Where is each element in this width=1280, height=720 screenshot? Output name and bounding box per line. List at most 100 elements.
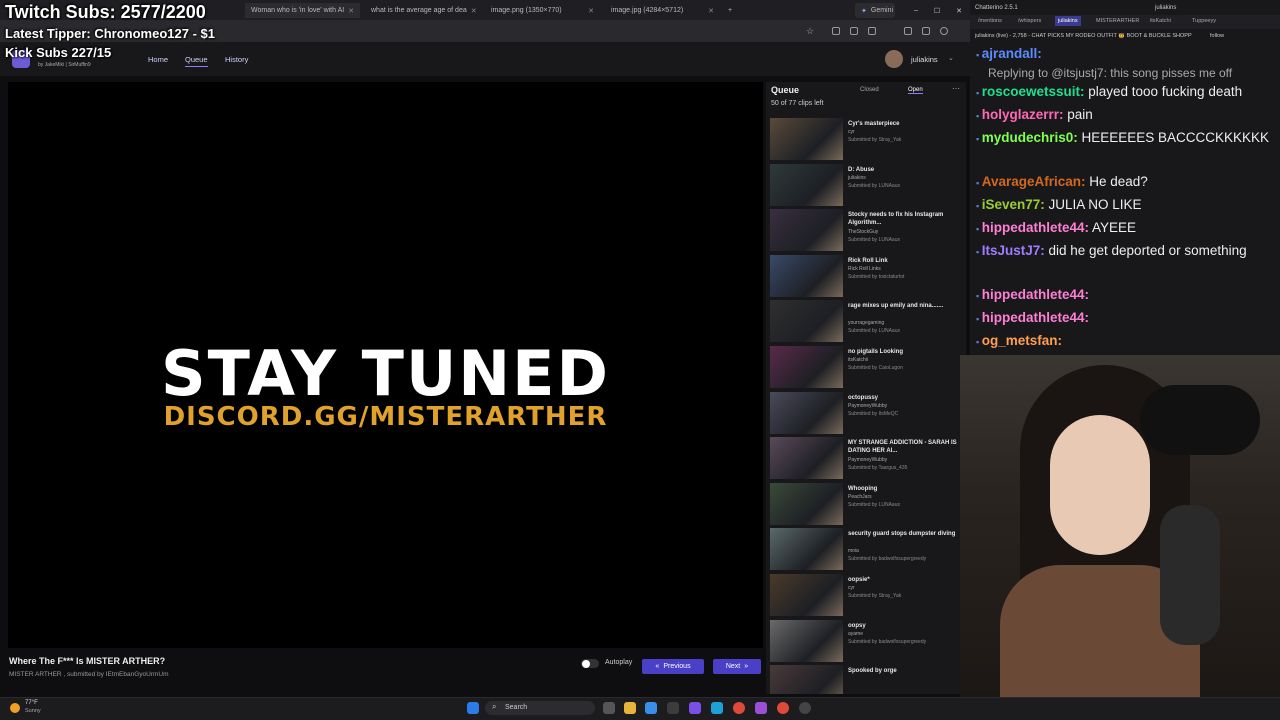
chat-tab[interactable]: /mentions xyxy=(978,18,1002,24)
queue-item[interactable]: no pigtails Looking itsKatchii Submitted b… xyxy=(770,346,966,390)
chat-username[interactable]: hippedathlete44: xyxy=(982,310,1089,325)
autoplay-toggle[interactable] xyxy=(581,659,599,668)
clip-title: Where The F*** Is MISTER ARTHER? xyxy=(9,656,166,666)
clip-thumbnail[interactable] xyxy=(770,254,843,297)
chat-username[interactable]: iSeven77: xyxy=(982,197,1045,212)
chevron-down-icon[interactable]: ⌄ xyxy=(948,54,954,62)
queue-item[interactable]: Stocky needs to fix his Instagram Algori… xyxy=(770,209,966,253)
chat-username[interactable]: mydudechris0: xyxy=(982,130,1078,145)
chat-tab[interactable]: MISTERARTHER xyxy=(1096,18,1139,24)
clip-thumbnail[interactable] xyxy=(770,528,843,571)
profile-icon[interactable] xyxy=(940,27,948,35)
clip-thumbnail[interactable] xyxy=(770,574,843,616)
close-icon[interactable]: ✕ xyxy=(348,7,354,15)
star-icon[interactable]: ☆ xyxy=(806,26,814,37)
clip-thumbnail[interactable] xyxy=(770,346,843,388)
twitch-icon[interactable] xyxy=(689,702,701,714)
browser-tab[interactable]: image.png (1350×770) ✕ xyxy=(485,3,600,18)
extension-icon[interactable] xyxy=(922,27,930,35)
close-window-icon[interactable]: ✕ xyxy=(956,7,962,15)
taskbar-search[interactable]: ⌕ Search xyxy=(485,701,595,715)
clip-thumbnail[interactable] xyxy=(770,300,843,343)
chrome-icon[interactable] xyxy=(777,702,789,714)
chat-message: ▪ mydudechris0: HEEEEEES BACCCCKKKKKK xyxy=(976,128,1276,150)
minimize-icon[interactable]: – xyxy=(914,7,918,14)
browser-tab[interactable]: Woman who is 'in love' with AI ✕ xyxy=(245,3,360,18)
chat-tab[interactable]: /whispers xyxy=(1018,18,1041,24)
queue-item[interactable]: rage mixes up emily and nina....... yourr… xyxy=(770,300,966,344)
browser-tab[interactable]: what is the average age of dea ✕ xyxy=(365,3,480,18)
close-icon[interactable]: ✕ xyxy=(471,7,477,15)
extension-icon[interactable] xyxy=(868,27,876,35)
start-icon[interactable] xyxy=(467,702,479,714)
extension-icon[interactable] xyxy=(832,27,840,35)
queue-closed-button[interactable]: Closed xyxy=(860,87,879,93)
queue-item[interactable]: MY STRANGE ADDICTION - SARAH IS DATING H… xyxy=(770,437,966,481)
chrome-icon[interactable] xyxy=(733,702,745,714)
chat-username[interactable]: og_metsfan: xyxy=(982,333,1062,348)
next-button[interactable]: Next» xyxy=(713,659,761,674)
chat-username[interactable]: AvarageAfrican: xyxy=(982,174,1086,189)
chat-tab[interactable]: itsKatchi xyxy=(1150,18,1171,24)
queue-item[interactable]: Whooping PeachJars Submitted by LUNAaux xyxy=(770,482,966,527)
more-icon[interactable]: ⋯ xyxy=(952,84,960,93)
chat-tab[interactable]: Tuppeeyy xyxy=(1192,18,1216,24)
download-icon[interactable] xyxy=(904,27,912,35)
clip-thumbnail[interactable] xyxy=(770,118,843,160)
close-icon[interactable]: ✕ xyxy=(588,7,594,15)
clip-thumbnail[interactable] xyxy=(770,482,843,525)
chat-username[interactable]: roscoewetssuit: xyxy=(982,84,1085,99)
chat-username[interactable]: hippedathlete44: xyxy=(982,220,1089,235)
queue-item[interactable]: Cyr's masterpiece cyr Submitted by Stray_Y… xyxy=(770,118,966,162)
follow-button[interactable]: follow xyxy=(1210,33,1224,39)
nav-home[interactable]: Home xyxy=(148,55,168,64)
avatar[interactable] xyxy=(885,50,903,68)
new-tab-icon[interactable]: + xyxy=(722,3,734,18)
user-name[interactable]: juliakins xyxy=(911,55,938,64)
task-view-icon[interactable] xyxy=(603,702,615,714)
video-player[interactable]: STAY TUNED DISCORD.GG/MISTERARTHER xyxy=(8,82,763,648)
clip-thumbnail[interactable] xyxy=(770,437,843,480)
clip-title: oopsie* xyxy=(848,577,870,583)
queue-item[interactable]: oopsie* cyr Submitted by Stray_Yak xyxy=(770,574,966,618)
queue-item[interactable]: Rick Roll Link Rick Roll Links Submitted b… xyxy=(770,254,966,299)
clip-thumbnail[interactable] xyxy=(770,391,843,434)
previous-button[interactable]: «Previous xyxy=(642,659,704,674)
clip-thumbnail[interactable] xyxy=(770,619,843,662)
chat-username[interactable]: hippedathlete44: xyxy=(982,287,1089,302)
store-icon[interactable] xyxy=(645,702,657,714)
queue-item[interactable]: D: Abuse juliakins Submitted by LUNAaux xyxy=(770,163,966,208)
queue-item[interactable]: Spooked by orge xyxy=(770,665,966,694)
app-icon[interactable] xyxy=(667,702,679,714)
close-icon[interactable]: ✕ xyxy=(708,7,714,15)
clip-thumbnail[interactable] xyxy=(770,209,843,252)
queue-item[interactable]: security guard stops dumpster diving moia… xyxy=(770,528,966,572)
reply-text: Replying to @itsjustj7: this song pisses… xyxy=(988,66,1233,80)
clip-channel: ayame xyxy=(848,630,864,637)
clip-channel: TheStockGuy xyxy=(848,229,879,236)
taskbar xyxy=(0,697,1280,720)
extension-icon[interactable] xyxy=(850,27,858,35)
clip-channel: PeachJars xyxy=(848,493,872,500)
queue-item[interactable]: oopsy ayame Submitted by badwolfxsupergree… xyxy=(770,619,966,664)
clip-thumbnail[interactable] xyxy=(770,163,843,206)
maximize-icon[interactable]: ☐ xyxy=(934,7,940,15)
gemini-button[interactable]: ✦ Gemini xyxy=(855,3,895,18)
chat-username[interactable]: ItsJustJ7: xyxy=(982,243,1045,258)
chat-tab-active[interactable]: juliakins xyxy=(1055,16,1081,26)
next-label: Next xyxy=(725,663,741,670)
chat-username[interactable]: ajrandall: xyxy=(982,46,1042,61)
app-icon[interactable] xyxy=(755,702,767,714)
queue-open-button[interactable]: Open xyxy=(908,87,923,94)
chat-username[interactable]: holyglazerrr: xyxy=(982,107,1064,122)
clip-thumbnail[interactable] xyxy=(770,665,843,694)
nav-queue[interactable]: Queue xyxy=(185,55,208,67)
weather-temp[interactable]: 77°F xyxy=(25,700,38,706)
obs-icon[interactable] xyxy=(799,702,811,714)
nav-history[interactable]: History xyxy=(225,55,248,64)
chatterino-user[interactable]: juliakins xyxy=(1155,5,1176,11)
queue-item[interactable]: octopussy PaymoneyWubby Submitted by ItsMe… xyxy=(770,391,966,436)
file-explorer-icon[interactable] xyxy=(624,702,636,714)
browser-tab[interactable]: image.jpg (4284×5712) ✕ xyxy=(605,3,720,18)
edge-icon[interactable] xyxy=(711,702,723,714)
